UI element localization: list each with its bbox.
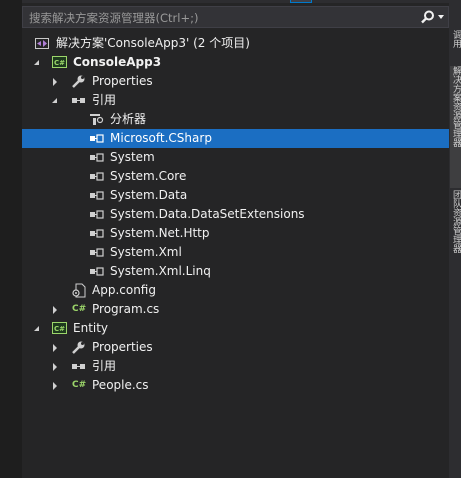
tree-item-label: ConsoleApp3 [73, 55, 162, 69]
assembly-reference-icon [89, 150, 105, 165]
tree-item-people-cs[interactable]: C# People.cs [22, 376, 449, 395]
analyzer-icon [89, 112, 105, 127]
search-icon [421, 10, 434, 24]
tree-item-label: System.Data [110, 188, 188, 202]
toolbar-tab-indicator[interactable] [290, 0, 312, 3]
tree-item-label: 解决方案'ConsoleApp3' (2 个项目) [56, 36, 250, 50]
tree-item-references[interactable]: 引用 [22, 91, 449, 110]
tree-item-reference-system-data[interactable]: System.Data [22, 186, 449, 205]
assembly-reference-icon [89, 264, 105, 279]
tree-item-label: System.Xml.Linq [110, 264, 211, 278]
assembly-reference-icon [89, 131, 105, 146]
csharp-project-icon: C# [52, 322, 67, 334]
tree-item-reference-system-data-datasetextensions[interactable]: System.Data.DataSetExtensions [22, 205, 449, 224]
search-button[interactable] [418, 7, 448, 27]
tree-item-label: Properties [92, 74, 153, 88]
wrench-icon [71, 340, 87, 355]
tree-item-label: Program.cs [92, 302, 160, 316]
tree-item-analyzers[interactable]: 分析器 [22, 110, 449, 129]
collapse-arrow-icon[interactable] [50, 300, 60, 319]
assembly-reference-icon [89, 188, 105, 203]
editor-edge [0, 0, 22, 478]
tree-item-label: App.config [92, 283, 156, 297]
collapse-arrow-icon[interactable] [50, 357, 60, 376]
tree-item-label: 引用 [92, 93, 117, 107]
tree-item-label: Entity [73, 321, 109, 335]
tree-item-reference-system-net-http[interactable]: System.Net.Http [22, 224, 449, 243]
tree-item-project-consoleapp3[interactable]: C# ConsoleApp3 [22, 53, 449, 72]
tree-item-app-config[interactable]: App.config [22, 281, 449, 300]
assembly-reference-icon [89, 245, 105, 260]
references-icon [71, 93, 87, 108]
solution-tree: 解决方案'ConsoleApp3' (2 个项目) C# ConsoleApp3… [22, 34, 449, 395]
tree-item-label: Microsoft.CSharp [110, 131, 212, 145]
wrench-icon [71, 74, 87, 89]
tree-item-properties[interactable]: Properties [22, 72, 449, 91]
tree-item-label: 引用 [92, 359, 117, 373]
side-tab-solution-explorer[interactable]: 解决方案资源管理器 [450, 66, 461, 188]
tree-item-reference-system-xml-linq[interactable]: System.Xml.Linq [22, 262, 449, 281]
tree-item-label: System.Xml [110, 245, 182, 259]
tree-item-program-cs[interactable]: C# Program.cs [22, 300, 449, 319]
expand-arrow-icon[interactable] [32, 319, 42, 338]
config-file-icon [71, 283, 87, 298]
tree-item-label: System.Data.DataSetExtensions [110, 207, 305, 221]
references-icon [71, 359, 87, 374]
tree-item-reference-microsoft-csharp[interactable]: Microsoft.CSharp [22, 129, 449, 148]
collapse-arrow-icon[interactable] [50, 376, 60, 395]
tree-item-project-entity[interactable]: C# Entity [22, 319, 449, 338]
solution-icon [34, 36, 50, 51]
assembly-reference-icon [89, 226, 105, 241]
collapse-arrow-icon[interactable] [50, 72, 60, 91]
tree-item-entity-properties[interactable]: Properties [22, 338, 449, 357]
side-tab-team-explorer[interactable]: 团队资源管理器 [450, 190, 461, 270]
expand-arrow-icon[interactable] [50, 91, 60, 110]
tree-item-label: Properties [92, 340, 153, 354]
search-box[interactable]: 搜索解决方案资源管理器(Ctrl+;) [22, 6, 449, 28]
tree-item-label: System.Net.Http [110, 226, 210, 240]
csharp-file-icon: C# [72, 304, 87, 314]
tree-item-reference-system-core[interactable]: System.Core [22, 167, 449, 186]
tree-item-label: People.cs [92, 378, 149, 392]
tree-item-reference-system-xml[interactable]: System.Xml [22, 243, 449, 262]
assembly-reference-icon [89, 207, 105, 222]
tree-item-label: System.Core [110, 169, 187, 183]
panel-top-border [22, 0, 449, 3]
tree-item-reference-system[interactable]: System [22, 148, 449, 167]
tree-item-entity-references[interactable]: 引用 [22, 357, 449, 376]
side-tab-call[interactable]: 调用 [450, 30, 461, 64]
chevron-down-icon[interactable] [438, 15, 444, 19]
collapse-arrow-icon[interactable] [50, 338, 60, 357]
csharp-file-icon: C# [72, 380, 87, 390]
tree-item-label: System [110, 150, 155, 164]
csharp-project-icon: C# [52, 56, 67, 68]
search-input[interactable]: 搜索解决方案资源管理器(Ctrl+;) [29, 10, 198, 26]
tree-item-label: 分析器 [110, 112, 147, 126]
assembly-reference-icon [89, 169, 105, 184]
tree-item-solution[interactable]: 解决方案'ConsoleApp3' (2 个项目) [22, 34, 449, 53]
expand-arrow-icon[interactable] [32, 53, 42, 72]
